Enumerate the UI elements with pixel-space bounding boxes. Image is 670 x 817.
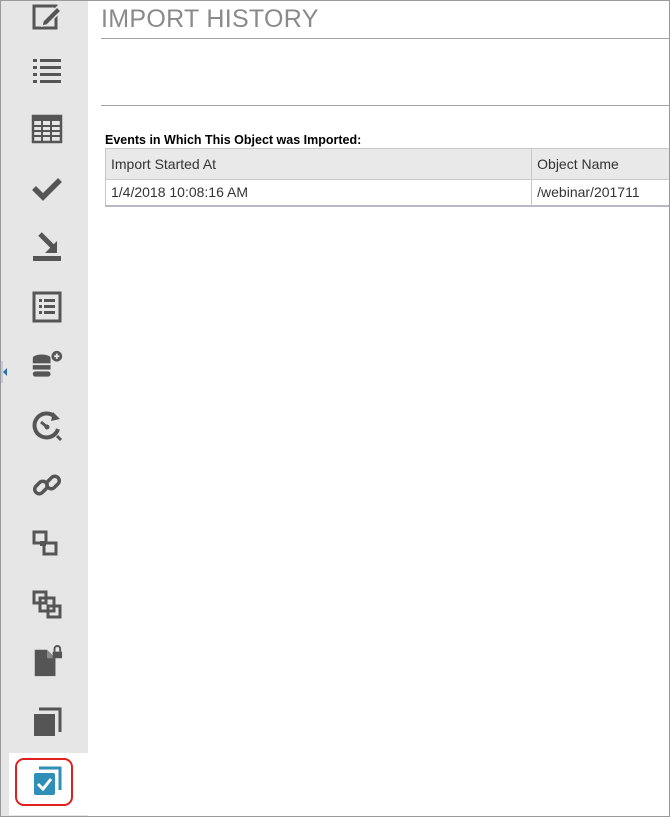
table-row[interactable]: 1/4/2018 10:08:16 AM /webinar/201711 bbox=[104, 179, 669, 207]
import-icon[interactable] bbox=[31, 231, 63, 263]
title-divider bbox=[101, 38, 669, 39]
table-icon[interactable] bbox=[31, 113, 63, 145]
import-events-table: Import Started At Object Name 1/4/2018 1… bbox=[104, 148, 669, 207]
main-content: IMPORT HISTORY Events in Which This Obje… bbox=[101, 1, 669, 816]
list-icon[interactable] bbox=[31, 54, 63, 86]
page-title: IMPORT HISTORY bbox=[101, 5, 319, 33]
sidebar bbox=[1, 1, 88, 816]
cell-import-started-at: 1/4/2018 10:08:16 AM bbox=[104, 179, 533, 207]
locked-document-icon[interactable] bbox=[31, 645, 63, 678]
add-database-icon[interactable] bbox=[31, 350, 63, 382]
edit-icon[interactable] bbox=[31, 1, 63, 33]
history-clock-icon[interactable] bbox=[31, 410, 63, 442]
link-icon[interactable] bbox=[31, 469, 63, 501]
column-header-import-started-at[interactable]: Import Started At bbox=[104, 148, 533, 180]
import-history-icon[interactable] bbox=[31, 765, 63, 797]
section-label: Events in Which This Object was Imported… bbox=[105, 133, 362, 147]
copies-icon[interactable] bbox=[31, 706, 63, 738]
section-divider bbox=[101, 105, 669, 106]
cell-object-name: /webinar/201711 bbox=[531, 179, 669, 207]
checkmark-icon[interactable] bbox=[31, 172, 63, 204]
window-frame: IMPORT HISTORY Events in Which This Obje… bbox=[0, 0, 670, 817]
dependencies-icon[interactable] bbox=[31, 528, 63, 560]
related-objects-icon[interactable] bbox=[31, 589, 63, 621]
document-list-icon[interactable] bbox=[31, 291, 63, 323]
column-header-object-name[interactable]: Object Name bbox=[531, 148, 669, 180]
table-header-row: Import Started At Object Name bbox=[104, 148, 669, 180]
collapse-arrow-icon[interactable] bbox=[1, 361, 7, 383]
